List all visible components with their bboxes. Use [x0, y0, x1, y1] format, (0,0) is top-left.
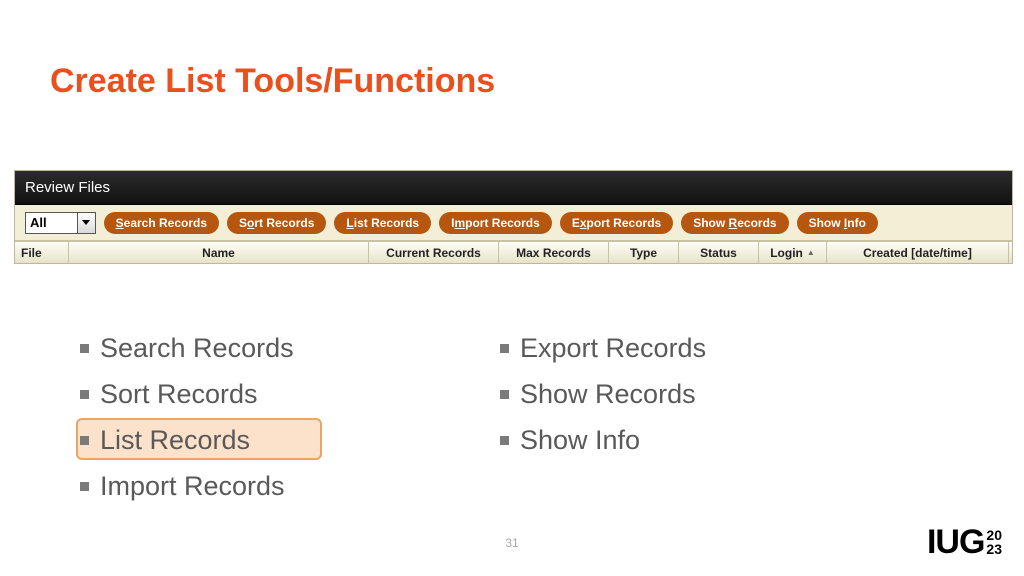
list-item: Import Records: [80, 464, 500, 510]
list-item-label: Show Records: [520, 372, 696, 418]
column-header-2[interactable]: Current Records: [369, 242, 499, 263]
list-item-label: Show Info: [520, 418, 640, 464]
table-header: FileNameCurrent RecordsMax RecordsTypeSt…: [15, 241, 1012, 263]
bullet-icon: [80, 482, 89, 491]
column-header-0[interactable]: File: [15, 242, 69, 263]
slide-title: Create List Tools/Functions: [50, 62, 495, 101]
window-titlebar: Review Files: [15, 171, 1012, 205]
column-header-4[interactable]: Type: [609, 242, 679, 263]
page-number: 31: [0, 536, 1024, 550]
list-item-label: Import Records: [100, 464, 285, 510]
column-header-7[interactable]: Created [date/time]: [827, 242, 1009, 263]
list-item-label: List Records: [100, 418, 250, 464]
toolbar-button-5[interactable]: Show Records: [681, 212, 788, 234]
bullet-icon: [80, 436, 89, 445]
toolbar-button-0[interactable]: Search Records: [104, 212, 219, 234]
bullet-icon: [80, 344, 89, 353]
list-item: List Records: [80, 418, 500, 464]
bullet-columns: Search RecordsSort RecordsList RecordsIm…: [80, 326, 920, 510]
bullet-icon: [80, 390, 89, 399]
app-screenshot: Review Files All Search Records Sort Reco…: [14, 170, 1013, 264]
list-item: Search Records: [80, 326, 500, 372]
toolbar-button-2[interactable]: List Records: [334, 212, 431, 234]
toolbar: All Search Records Sort Records List Recor…: [15, 205, 1012, 241]
toolbar-button-1[interactable]: Sort Records: [227, 212, 326, 234]
logo-text: IUG: [927, 523, 984, 562]
bullet-icon: [500, 344, 509, 353]
toolbar-button-4[interactable]: Export Records: [560, 212, 673, 234]
list-item: Sort Records: [80, 372, 500, 418]
logo-year-bottom: 23: [986, 543, 1002, 556]
conference-logo: IUG 20 23: [927, 523, 1002, 562]
column-header-1[interactable]: Name: [69, 242, 369, 263]
filter-dropdown[interactable]: All: [25, 212, 96, 234]
column-header-5[interactable]: Status: [679, 242, 759, 263]
toolbar-button-3[interactable]: Import Records: [439, 212, 552, 234]
window-title-text: Review Files: [25, 179, 110, 196]
toolbar-button-6[interactable]: Show Info: [797, 212, 878, 234]
bullet-icon: [500, 390, 509, 399]
list-item: Export Records: [500, 326, 920, 372]
list-item-label: Search Records: [100, 326, 294, 372]
column-header-6[interactable]: Login▲: [759, 242, 827, 263]
column-header-3[interactable]: Max Records: [499, 242, 609, 263]
sort-asc-icon: ▲: [807, 248, 815, 257]
list-item: Show Info: [500, 418, 920, 464]
dropdown-value: All: [26, 215, 77, 230]
chevron-down-icon: [77, 213, 95, 233]
list-item-label: Sort Records: [100, 372, 258, 418]
list-item-label: Export Records: [520, 326, 706, 372]
list-item: Show Records: [500, 372, 920, 418]
bullet-icon: [500, 436, 509, 445]
